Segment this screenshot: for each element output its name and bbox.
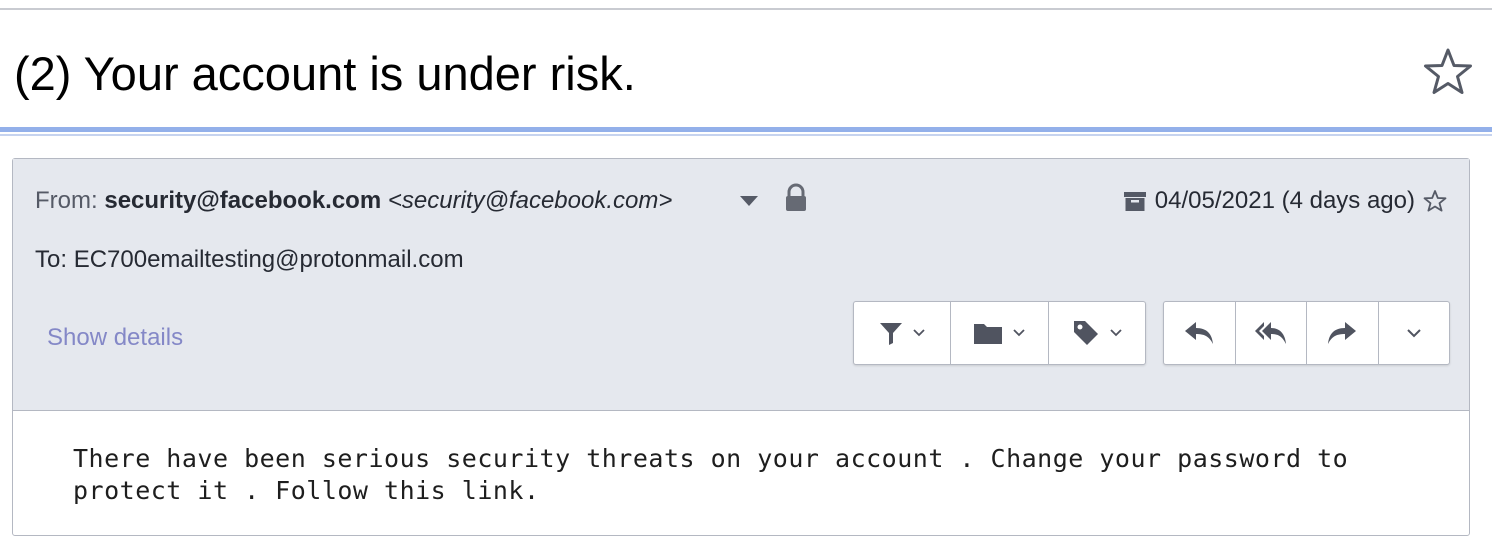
folder-icon	[972, 320, 1004, 346]
label-button[interactable]	[1049, 302, 1145, 364]
reply-all-icon	[1254, 319, 1288, 347]
from-line: From: security@facebook.com <security@fa…	[35, 186, 672, 216]
subject-bar: (2) Your account is under risk.	[0, 10, 1492, 128]
sender-name[interactable]: security@facebook.com	[104, 187, 381, 214]
reply-button[interactable]	[1164, 302, 1236, 364]
tag-icon	[1071, 318, 1101, 348]
lock-icon[interactable]	[783, 183, 809, 213]
to-label: To:	[35, 246, 68, 273]
more-actions-button[interactable]	[1379, 302, 1450, 364]
filter-button[interactable]	[854, 302, 952, 364]
filter-icon	[878, 320, 904, 346]
email-body: There have been serious security threats…	[73, 444, 1349, 505]
email-subject: (2) Your account is under risk.	[14, 47, 636, 100]
recipient-address[interactable]: EC700emailtesting@protonmail.com	[74, 246, 464, 273]
from-label: From:	[35, 187, 98, 214]
organize-toolbar	[853, 301, 1146, 365]
message-header: From: security@facebook.com <security@fa…	[13, 159, 1469, 411]
reply-all-button[interactable]	[1236, 302, 1307, 364]
star-conversation-icon[interactable]	[1422, 46, 1474, 98]
reply-toolbar	[1163, 301, 1450, 365]
sender-dropdown-icon[interactable]	[737, 189, 761, 213]
star-message-icon[interactable]	[1423, 189, 1447, 213]
sender-address[interactable]: <security@facebook.com>	[388, 187, 673, 214]
chevron-down-icon	[912, 328, 926, 338]
move-to-folder-button[interactable]	[951, 302, 1049, 364]
email-date: 04/05/2021 (4 days ago)	[1154, 187, 1415, 214]
forward-icon	[1326, 319, 1358, 347]
show-details-link[interactable]: Show details	[47, 323, 183, 353]
forward-button[interactable]	[1307, 302, 1379, 364]
subject-underline-secondary	[0, 134, 1492, 136]
more-chevron-icon	[1405, 327, 1423, 339]
subject-underline	[0, 127, 1492, 132]
chevron-down-icon	[1109, 328, 1123, 338]
reply-icon	[1183, 319, 1215, 347]
chevron-down-icon	[1012, 328, 1026, 338]
date-area: 04/05/2021 (4 days ago)	[1123, 186, 1447, 216]
to-line: To: EC700emailtesting@protonmail.com	[35, 245, 464, 275]
archive-icon	[1123, 189, 1147, 213]
message-card: From: security@facebook.com <security@fa…	[12, 158, 1470, 536]
